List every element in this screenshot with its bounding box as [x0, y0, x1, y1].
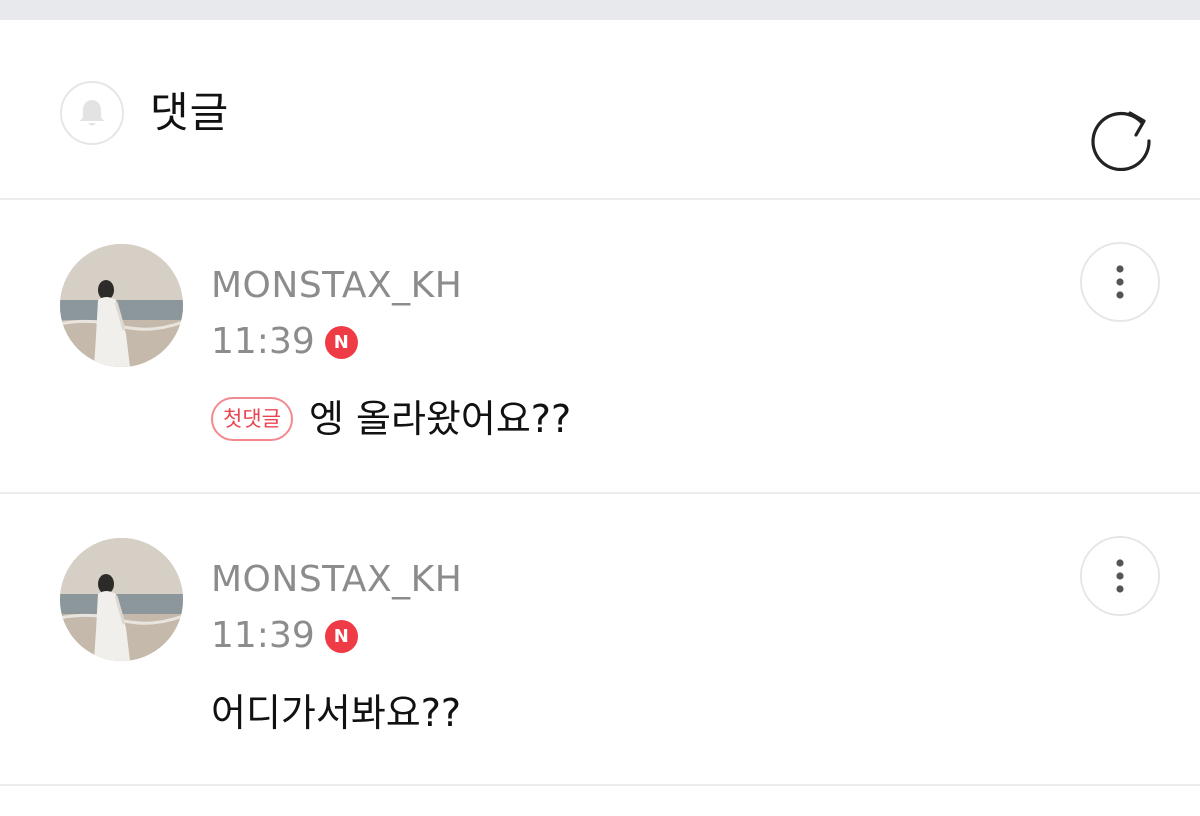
more-vertical-icon	[1116, 559, 1124, 593]
bell-icon	[80, 100, 104, 126]
comment-time: 11:39	[211, 615, 315, 656]
more-vertical-icon	[1116, 265, 1124, 299]
avatar[interactable]	[60, 538, 183, 661]
comments-header: 댓글	[0, 20, 1200, 200]
comment-username[interactable]: MONSTAX_KH	[211, 264, 462, 308]
comment-more-button[interactable]	[1080, 242, 1160, 322]
profile-photo	[60, 244, 183, 367]
refresh-button[interactable]	[1084, 98, 1160, 174]
comment-item: MONSTAX_KH 11:39 N 어디가서봐요??	[0, 494, 1200, 786]
first-comment-tag: 첫댓글	[211, 397, 293, 441]
comment-text: 어디가서봐요??	[211, 691, 462, 735]
page-title: 댓글	[150, 88, 230, 137]
comment-text: 엥 올라왔어요??	[308, 397, 572, 441]
notification-toggle-button[interactable]	[60, 81, 124, 145]
comment-item: MONSTAX_KH 11:39 N 첫댓글 엥 올라왔어요??	[0, 200, 1200, 494]
comment-time: 11:39	[211, 321, 315, 362]
comment-meta: 11:39 N	[211, 320, 358, 364]
refresh-icon	[1091, 111, 1151, 171]
comment-meta: 11:39 N	[211, 614, 358, 658]
top-status-strip	[0, 0, 1200, 20]
comment-body: 어디가서봐요??	[211, 688, 461, 738]
comment-more-button[interactable]	[1080, 536, 1160, 616]
profile-photo	[60, 538, 183, 661]
comment-username[interactable]: MONSTAX_KH	[211, 558, 462, 602]
avatar[interactable]	[60, 244, 183, 367]
comment-body: 첫댓글 엥 올라왔어요??	[211, 394, 571, 444]
new-badge: N	[324, 325, 358, 359]
new-badge: N	[324, 619, 358, 653]
